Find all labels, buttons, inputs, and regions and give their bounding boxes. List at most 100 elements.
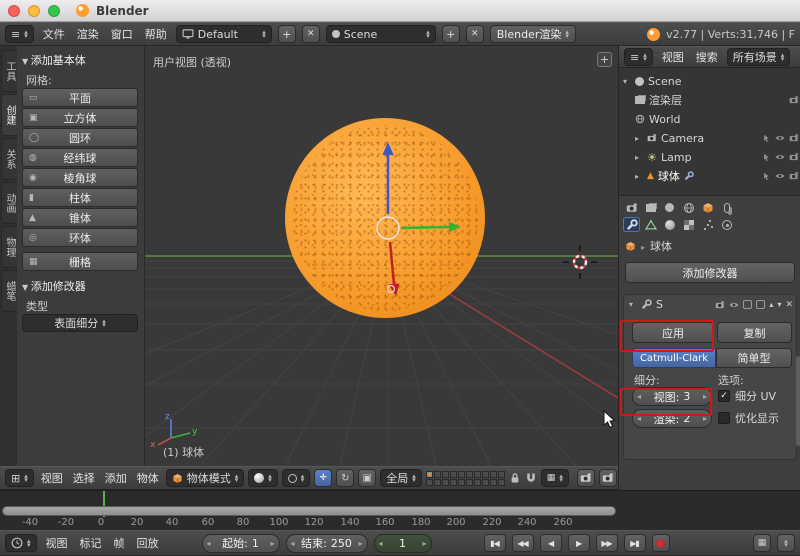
- tab-modifiers[interactable]: [623, 217, 640, 232]
- cage-toggle-icon[interactable]: [756, 300, 766, 309]
- decrement-icon[interactable]: [637, 392, 641, 401]
- add-uv-sphere-button[interactable]: ◍ 经纬球: [22, 148, 138, 167]
- render-subdivisions-field[interactable]: 渲染: 2: [632, 409, 712, 428]
- transform-orientation-select[interactable]: 全局: [380, 469, 422, 487]
- tab-physics[interactable]: [718, 217, 735, 232]
- record-button[interactable]: [651, 534, 670, 552]
- tab-physics[interactable]: 物理: [1, 226, 17, 268]
- decrement-icon[interactable]: [291, 539, 295, 548]
- outliner-row-scene[interactable]: Scene: [623, 72, 799, 90]
- add-torus-button[interactable]: ◎ 环体: [22, 228, 138, 247]
- tab-relations[interactable]: 关系: [1, 138, 17, 180]
- decrement-icon[interactable]: [207, 539, 211, 548]
- disclosure-icon[interactable]: [635, 172, 643, 181]
- expand-region-icon[interactable]: [597, 52, 612, 67]
- timeline-ruler[interactable]: -40 -20 0 20 40 60 80 100 120 140 160 18…: [0, 490, 800, 530]
- menu-playback[interactable]: 回放: [134, 534, 162, 552]
- layer-cell[interactable]: [433, 478, 441, 486]
- tab-constraints[interactable]: [718, 200, 735, 215]
- outliner-row-render-layers[interactable]: 渲染层: [635, 91, 799, 109]
- optimal-display-checkbox[interactable]: [718, 412, 730, 424]
- screen-layout-selector[interactable]: Default: [175, 25, 272, 43]
- outliner-row-world[interactable]: World: [635, 110, 799, 128]
- layer-cell[interactable]: [473, 470, 481, 478]
- current-frame-field[interactable]: 1: [373, 533, 432, 553]
- layer-cell[interactable]: [425, 470, 433, 478]
- next-keyframe-button[interactable]: [595, 534, 618, 552]
- minimize-window-icon[interactable]: [28, 4, 40, 17]
- zoom-window-icon[interactable]: [48, 4, 60, 17]
- catmull-clark-toggle[interactable]: Catmull-Clark: [632, 348, 716, 368]
- layer-cell[interactable]: [481, 478, 489, 486]
- menu-view[interactable]: 视图: [43, 534, 71, 552]
- outliner-row-sphere[interactable]: ▲ 球体: [635, 167, 799, 185]
- disclosure-icon[interactable]: [635, 153, 643, 162]
- jump-to-start-button[interactable]: [483, 534, 506, 552]
- panel-header-add-primitive[interactable]: 添加基本体: [22, 52, 86, 68]
- layers-widget[interactable]: [425, 470, 505, 486]
- increment-icon[interactable]: [703, 414, 707, 423]
- increment-icon[interactable]: [703, 392, 707, 401]
- sphere-object[interactable]: [285, 118, 485, 318]
- outliner-display-select[interactable]: 所有场景: [726, 48, 791, 66]
- lock-icon[interactable]: [509, 472, 521, 484]
- restrict-render-icon[interactable]: [789, 133, 799, 143]
- menu-view[interactable]: 视图: [659, 48, 687, 66]
- add-ico-sphere-button[interactable]: ◉ 棱角球: [22, 168, 138, 187]
- add-plane-button[interactable]: ▭ 平面: [22, 88, 138, 107]
- tab-render[interactable]: [623, 200, 640, 215]
- add-layout-button[interactable]: [277, 25, 296, 43]
- tab-object[interactable]: [699, 200, 716, 215]
- menu-select[interactable]: 选择: [70, 469, 98, 487]
- menu-file[interactable]: 文件: [40, 25, 68, 43]
- properties-scrollbar[interactable]: [796, 356, 800, 446]
- move-down-icon[interactable]: [777, 300, 781, 309]
- restrict-view-icon[interactable]: [775, 171, 785, 181]
- layer-cell[interactable]: [497, 478, 505, 486]
- editor-type-selector[interactable]: [624, 48, 653, 66]
- menu-search[interactable]: 搜索: [693, 48, 721, 66]
- pivot-point-select[interactable]: [281, 469, 311, 487]
- jump-to-end-button[interactable]: [623, 534, 646, 552]
- tab-render-layers[interactable]: [642, 200, 659, 215]
- frame-start-field[interactable]: 起始: 1: [201, 533, 280, 553]
- layer-cell[interactable]: [481, 470, 489, 478]
- add-cube-button[interactable]: ▣ 立方体: [22, 108, 138, 127]
- restrict-select-icon[interactable]: [762, 134, 771, 143]
- tab-object-data[interactable]: [642, 217, 659, 232]
- subdivide-uv-checkbox[interactable]: [718, 390, 730, 402]
- layer-cell[interactable]: [489, 478, 497, 486]
- increment-icon[interactable]: [359, 539, 363, 548]
- layer-cell[interactable]: [465, 470, 473, 478]
- layer-cell[interactable]: [449, 470, 457, 478]
- opengl-render-button[interactable]: [576, 469, 595, 487]
- play-reverse-button[interactable]: [539, 534, 562, 552]
- layer-cell[interactable]: [465, 478, 473, 486]
- panel-header-add-modifier[interactable]: 添加修改器: [22, 278, 86, 294]
- editor-type-selector[interactable]: [5, 469, 34, 487]
- timeline-scrollbar[interactable]: [2, 506, 616, 516]
- menu-render[interactable]: 渲染: [74, 25, 102, 43]
- layer-cell[interactable]: [473, 478, 481, 486]
- disclosure-icon[interactable]: [635, 134, 643, 143]
- tab-grease-pencil[interactable]: 蜡笔: [1, 270, 17, 312]
- rotate-manipulator-toggle[interactable]: [336, 469, 355, 487]
- layer-cell[interactable]: [457, 478, 465, 486]
- modifier-header[interactable]: S: [629, 298, 793, 311]
- increment-icon[interactable]: [423, 539, 427, 548]
- frame-end-field[interactable]: 结束: 250: [285, 533, 368, 553]
- tab-tools[interactable]: 工具: [1, 50, 17, 92]
- restrict-render-icon[interactable]: [789, 152, 799, 162]
- decrement-icon[interactable]: [637, 414, 641, 423]
- sync-playback-button[interactable]: [777, 534, 795, 552]
- camera-icon[interactable]: [789, 95, 799, 105]
- outliner-row-lamp[interactable]: Lamp: [635, 148, 799, 166]
- keying-set-button[interactable]: [753, 534, 771, 552]
- translate-manipulator-toggle[interactable]: [314, 469, 333, 487]
- scene-selector[interactable]: Scene: [325, 25, 436, 43]
- edit-mode-toggle-icon[interactable]: [743, 300, 753, 309]
- opengl-render-anim-button[interactable]: [598, 469, 617, 487]
- modifier-type-select[interactable]: 表面细分: [22, 314, 138, 332]
- close-layout-button[interactable]: [301, 25, 320, 43]
- add-circle-button[interactable]: ◯ 圆环: [22, 128, 138, 147]
